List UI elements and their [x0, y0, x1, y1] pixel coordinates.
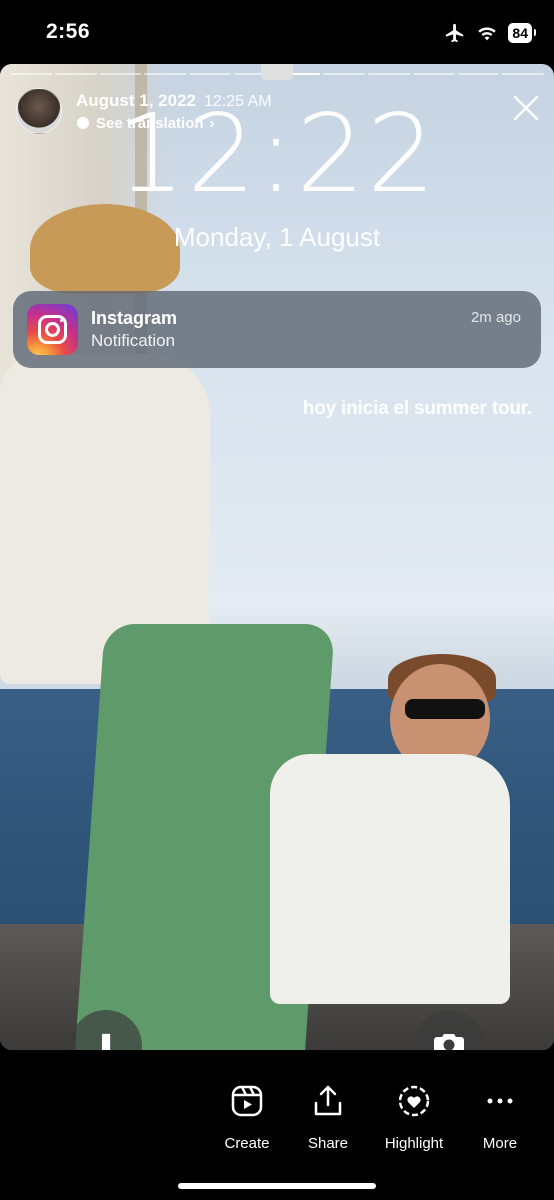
progress-segment — [412, 73, 455, 75]
home-indicator[interactable] — [178, 1183, 376, 1189]
notification-time: 2m ago — [470, 309, 521, 326]
story-caption: hoy inicia el summer tour. — [302, 398, 532, 419]
highlight-label: Highlight — [384, 1135, 444, 1152]
share-button[interactable]: Share — [288, 1084, 368, 1152]
progress-segment — [99, 73, 142, 75]
lockscreen-clock: 12:22 — [116, 92, 438, 217]
progress-segment — [144, 73, 186, 75]
drag-handle[interactable] — [261, 64, 293, 80]
create-label: Create — [224, 1135, 270, 1152]
airplane-icon — [446, 23, 464, 43]
reels-icon — [231, 1085, 263, 1117]
share-label: Share — [307, 1135, 349, 1152]
highlight-button[interactable]: Highlight — [374, 1084, 454, 1152]
share-icon — [314, 1085, 342, 1116]
progress-segment — [10, 73, 52, 75]
status-time: 2:56 — [46, 20, 91, 43]
create-button[interactable]: Create — [207, 1084, 287, 1152]
instagram-icon — [27, 304, 78, 355]
notification-card: Instagram Notification 2m ago — [13, 291, 541, 368]
progress-segment — [457, 73, 500, 75]
progress-segment — [502, 73, 544, 75]
progress-segment — [189, 73, 231, 75]
sunglasses — [405, 699, 485, 719]
status-bar: 2:56 84 — [0, 0, 554, 64]
status-icons: 84 — [444, 22, 536, 44]
progress-segment — [54, 73, 97, 75]
notification-body: Notification — [91, 331, 176, 350]
progress-segment — [323, 73, 365, 75]
more-label: More — [482, 1135, 518, 1152]
lockscreen-date: Monday, 1 August — [173, 222, 381, 252]
more-icon — [487, 1098, 513, 1104]
person-right-shirt — [270, 754, 510, 1004]
highlight-icon — [398, 1085, 430, 1117]
more-button[interactable]: More — [460, 1084, 540, 1152]
battery-indicator: 84 — [508, 23, 536, 43]
progress-segment — [368, 73, 410, 75]
notification-app-name: Instagram — [91, 308, 178, 328]
wifi-icon — [478, 27, 497, 41]
